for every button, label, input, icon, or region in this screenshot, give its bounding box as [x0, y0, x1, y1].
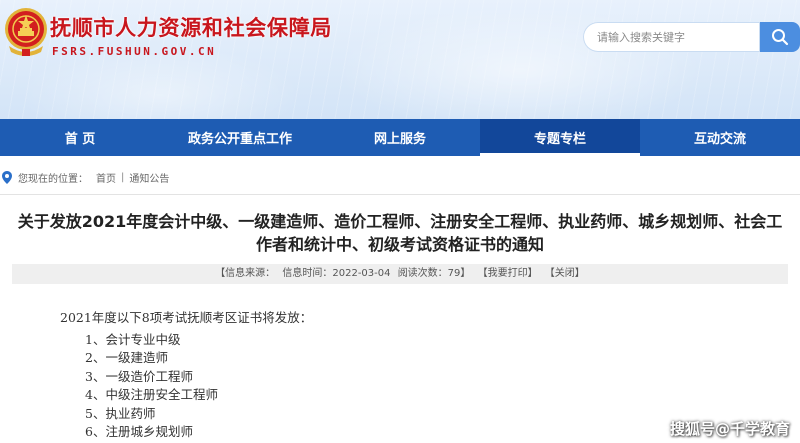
site-domain: FSRS.FUSHUN.GOV.CN — [52, 45, 217, 58]
list-item: 2、一级建造师 — [85, 350, 168, 366]
meta-source: 【信息来源： — [215, 268, 276, 279]
nav-item-online-services[interactable]: 网上服务 — [320, 119, 480, 156]
article-title: 关于发放2021年度会计中级、一级建造师、造价工程师、注册安全工程师、执业药师、… — [17, 212, 783, 254]
meta-time: 信息时间：2022-03-04 — [282, 268, 391, 279]
list-item: 3、一级造价工程师 — [85, 368, 193, 384]
list-item: 6、注册城乡规划师 — [85, 424, 193, 440]
certificate-list: 1、会计专业中级 2、一级建造师 3、一级造价工程师 4、中级注册安全工程师 5… — [85, 331, 218, 441]
list-item: 1、会计专业中级 — [85, 332, 181, 347]
breadcrumb-separator: | — [121, 171, 125, 183]
nav-item-special-topics[interactable]: 专题专栏 — [480, 119, 640, 156]
breadcrumb-prefix: 您现在的位置： — [18, 173, 88, 185]
page: 抚顺市人力资源和社会保障局 FSRS.FUSHUN.GOV.CN 首 页 政务公… — [0, 0, 800, 443]
site-header: 抚顺市人力资源和社会保障局 FSRS.FUSHUN.GOV.CN — [0, 0, 800, 119]
site-title[interactable]: 抚顺市人力资源和社会保障局 — [50, 12, 332, 42]
nav-item-home[interactable]: 首 页 — [0, 119, 160, 156]
breadcrumb: 您现在的位置： 首页 | 通知公告 — [2, 169, 169, 185]
article-meta-bar: 【信息来源： 信息时间：2022-03-04 阅读次数：79】 【我要打印】 【… — [12, 264, 788, 284]
search-input[interactable] — [583, 22, 760, 52]
nav-item-government-affairs[interactable]: 政务公开重点工作 — [160, 119, 320, 156]
location-pin-icon — [2, 170, 12, 184]
close-link[interactable]: 【关闭】 — [545, 268, 585, 279]
search-button[interactable] — [760, 22, 800, 52]
print-link[interactable]: 【我要打印】 — [478, 268, 538, 279]
meta-views: 阅读次数：79】 — [397, 268, 471, 279]
list-item: 5、执业药师 — [85, 405, 156, 421]
breadcrumb-home-link[interactable]: 首页 — [96, 170, 116, 185]
divider — [0, 194, 800, 195]
national-emblem-icon[interactable] — [3, 6, 49, 58]
article-intro: 2021年度以下8项考试抚顺考区证书将发放： — [60, 310, 313, 325]
watermark: 搜狐号@千学教育 — [669, 420, 790, 438]
search-icon — [771, 28, 789, 46]
nav-item-interaction[interactable]: 互动交流 — [640, 119, 800, 156]
search-box — [583, 22, 800, 52]
list-item: 4、中级注册安全工程师 — [85, 387, 218, 403]
breadcrumb-notice-link[interactable]: 通知公告 — [129, 170, 169, 185]
main-nav: 首 页 政务公开重点工作 网上服务 专题专栏 互动交流 — [0, 119, 800, 156]
